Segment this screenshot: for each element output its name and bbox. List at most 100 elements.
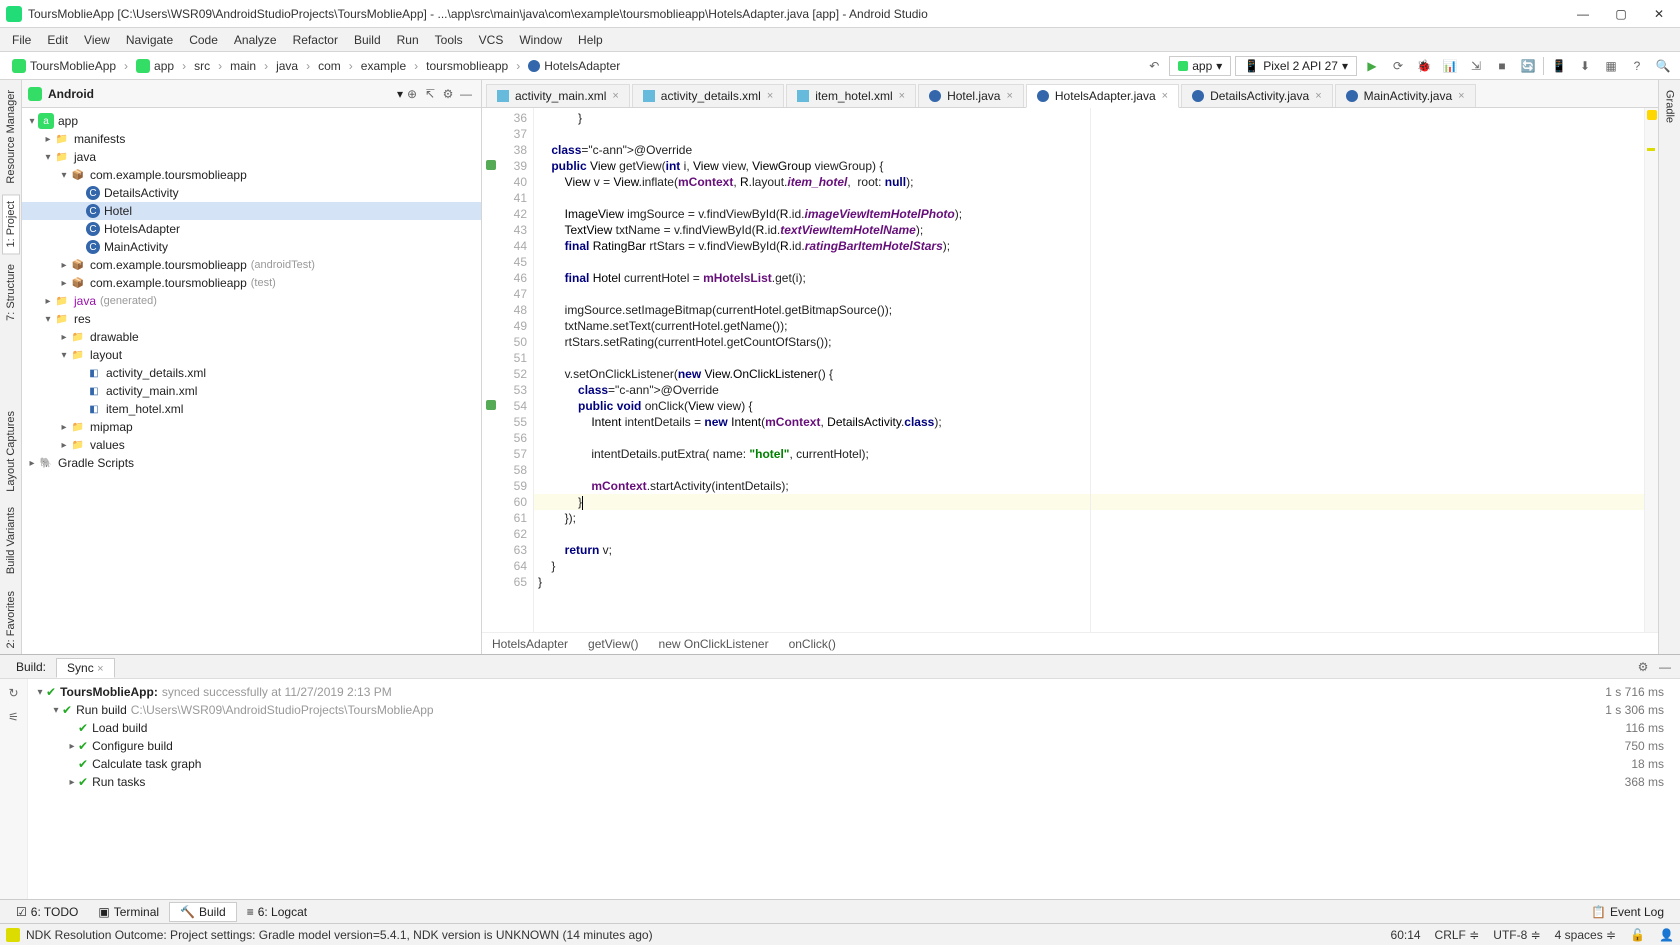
- menu-vcs[interactable]: VCS: [471, 31, 512, 49]
- profile-button[interactable]: 📊: [1439, 55, 1461, 77]
- project-tab[interactable]: 1: Project: [2, 194, 20, 254]
- editor-tab[interactable]: MainActivity.java×: [1335, 84, 1476, 107]
- build-row-runtasks[interactable]: ▸✔Run tasks368 ms: [34, 773, 1674, 791]
- code-line[interactable]: });: [534, 510, 1644, 526]
- code-line[interactable]: rtStars.setRating(currentHotel.getCountO…: [534, 334, 1644, 350]
- resource-manager-tab[interactable]: Resource Manager: [3, 84, 19, 190]
- indent[interactable]: 4 spaces ≑: [1555, 928, 1616, 942]
- menu-run[interactable]: Run: [389, 31, 427, 49]
- run-config-combo[interactable]: app▾: [1169, 56, 1231, 76]
- search-everywhere-button[interactable]: 🔍: [1652, 55, 1674, 77]
- breadcrumb-root[interactable]: ToursMoblieApp: [6, 57, 122, 75]
- project-tree[interactable]: ▾aapp ▸📁manifests ▾📁java ▾📦com.example.t…: [22, 108, 481, 654]
- tree-detailsactivity[interactable]: CDetailsActivity: [22, 184, 481, 202]
- maximize-button[interactable]: ▢: [1606, 4, 1636, 24]
- favorites-tab[interactable]: 2: Favorites: [3, 585, 19, 654]
- project-view-selector[interactable]: Android: [48, 87, 397, 101]
- filter-button[interactable]: ⚟: [4, 707, 24, 727]
- select-opened-file-button[interactable]: ⊕: [403, 85, 421, 103]
- tree-pkg-main[interactable]: ▾📦com.example.toursmoblieapp: [22, 166, 481, 184]
- warning-marker[interactable]: [1647, 148, 1655, 151]
- build-tab[interactable]: 🔨Build: [169, 902, 237, 922]
- override-marker-icon[interactable]: [486, 160, 496, 170]
- debug-button[interactable]: 🐞: [1413, 55, 1435, 77]
- gear-icon[interactable]: ⚙: [439, 85, 457, 103]
- code-line[interactable]: intentDetails.putExtra( name: "hotel", c…: [534, 446, 1644, 462]
- build-row-root[interactable]: ▾✔ToursMoblieApp:synced successfully at …: [34, 683, 1674, 701]
- code-line[interactable]: txtName.setText(currentHotel.getName());: [534, 318, 1644, 334]
- hide-panel-button[interactable]: —: [1656, 658, 1674, 676]
- editor-tab[interactable]: DetailsActivity.java×: [1181, 84, 1333, 107]
- tree-java-gen[interactable]: ▸📁java(generated): [22, 292, 481, 310]
- editor-tab[interactable]: activity_main.xml×: [486, 84, 630, 107]
- code-line[interactable]: [534, 286, 1644, 302]
- cursor-position[interactable]: 60:14: [1391, 928, 1421, 942]
- editor-tab[interactable]: item_hotel.xml×: [786, 84, 916, 107]
- breadcrumb-class[interactable]: HotelsAdapter: [522, 57, 626, 75]
- code-line[interactable]: [534, 462, 1644, 478]
- code-line[interactable]: [534, 430, 1644, 446]
- code-line[interactable]: ImageView imgSource = v.findViewById(R.i…: [534, 206, 1644, 222]
- tree-drawable[interactable]: ▸📁drawable: [22, 328, 481, 346]
- tree-res[interactable]: ▾📁res: [22, 310, 481, 328]
- code-line[interactable]: [534, 254, 1644, 270]
- menu-file[interactable]: File: [4, 31, 39, 49]
- close-icon[interactable]: ×: [899, 90, 905, 102]
- code-line[interactable]: imgSource.setImageBitmap(currentHotel.ge…: [534, 302, 1644, 318]
- structure-tab[interactable]: 7: Structure: [3, 258, 19, 327]
- close-icon[interactable]: ×: [612, 90, 618, 102]
- warning-icon[interactable]: [6, 928, 20, 942]
- code-line[interactable]: final RatingBar rtStars = v.findViewById…: [534, 238, 1644, 254]
- tree-app[interactable]: ▾aapp: [22, 112, 481, 130]
- code-line[interactable]: v.setOnClickListener(new View.OnClickLis…: [534, 366, 1644, 382]
- run-button[interactable]: ▶: [1361, 55, 1383, 77]
- breadcrumb-example[interactable]: example: [355, 57, 412, 75]
- code-line[interactable]: mContext.startActivity(intentDetails);: [534, 478, 1644, 494]
- eventlog-tab[interactable]: 📋Event Log: [1581, 903, 1674, 921]
- override-marker-icon[interactable]: [486, 400, 496, 410]
- close-icon[interactable]: ×: [1162, 90, 1168, 102]
- back-button[interactable]: ↶: [1143, 55, 1165, 77]
- code-line[interactable]: [534, 126, 1644, 142]
- breadcrumb-pkg[interactable]: toursmoblieapp: [420, 57, 514, 75]
- tree-gradle-scripts[interactable]: ▸🐘Gradle Scripts: [22, 454, 481, 472]
- breadcrumb-app[interactable]: app: [130, 57, 180, 75]
- close-icon[interactable]: ×: [1458, 90, 1464, 102]
- editor-tab[interactable]: activity_details.xml×: [632, 84, 784, 107]
- code-line[interactable]: TextView txtName = v.findViewById(R.id.t…: [534, 222, 1644, 238]
- hide-panel-button[interactable]: —: [457, 85, 475, 103]
- menu-tools[interactable]: Tools: [427, 31, 471, 49]
- close-icon[interactable]: ×: [1006, 90, 1012, 102]
- build-row-configure[interactable]: ▸✔Configure build750 ms: [34, 737, 1674, 755]
- lock-icon[interactable]: 🔓: [1630, 928, 1645, 942]
- minimize-button[interactable]: —: [1568, 4, 1598, 24]
- code-line[interactable]: return v;: [534, 542, 1644, 558]
- code-line[interactable]: class="c-ann">@Override: [534, 382, 1644, 398]
- code-line[interactable]: }: [534, 574, 1644, 590]
- menu-edit[interactable]: Edit: [39, 31, 76, 49]
- breadcrumb-java[interactable]: java: [270, 57, 304, 75]
- menu-help[interactable]: Help: [570, 31, 611, 49]
- close-icon[interactable]: ×: [97, 663, 103, 675]
- gear-icon[interactable]: ⚙: [1634, 658, 1652, 676]
- tree-activity-details-xml[interactable]: ◧activity_details.xml: [22, 364, 481, 382]
- code-line[interactable]: final Hotel currentHotel = mHotelsList.g…: [534, 270, 1644, 286]
- tree-java[interactable]: ▾📁java: [22, 148, 481, 166]
- stop-button[interactable]: ■: [1491, 55, 1513, 77]
- line-separator[interactable]: CRLF ≑: [1435, 928, 1480, 942]
- terminal-tab[interactable]: ▣Terminal: [88, 903, 169, 921]
- breadcrumb-src[interactable]: src: [188, 57, 216, 75]
- build-tree[interactable]: ▾✔ToursMoblieApp:synced successfully at …: [28, 679, 1680, 899]
- gradle-tab[interactable]: Gradle: [1662, 84, 1678, 129]
- tree-hotel[interactable]: CHotel: [22, 202, 481, 220]
- code-line[interactable]: public void onClick(View view) {: [534, 398, 1644, 414]
- editor-tab[interactable]: Hotel.java×: [918, 84, 1024, 107]
- code-line[interactable]: public View getView(int i, View view, Vi…: [534, 158, 1644, 174]
- editor-scrollbar[interactable]: [1644, 108, 1658, 632]
- collapse-all-button[interactable]: ↸: [421, 85, 439, 103]
- code-line[interactable]: class="c-ann">@Override: [534, 142, 1644, 158]
- code-line[interactable]: [534, 526, 1644, 542]
- code-line[interactable]: [534, 350, 1644, 366]
- menu-analyze[interactable]: Analyze: [226, 31, 285, 49]
- menu-view[interactable]: View: [76, 31, 118, 49]
